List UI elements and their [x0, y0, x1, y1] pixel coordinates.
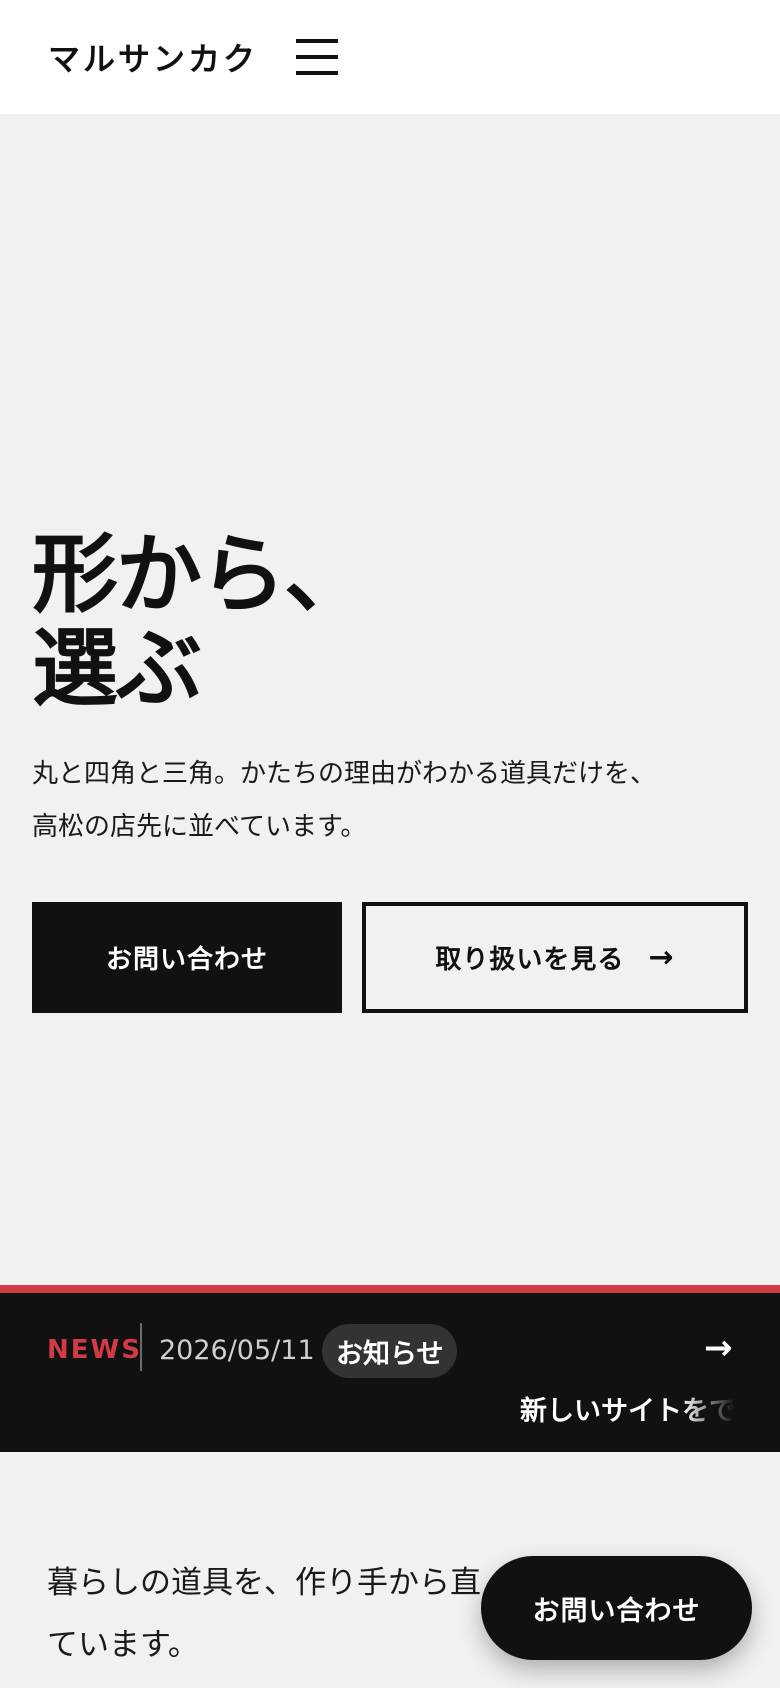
hamburger-menu-icon[interactable]: [296, 39, 339, 75]
hero-description-line-1: 丸と四角と三角。かたちの理由がわかる道具だけを、: [32, 759, 657, 789]
site-logo[interactable]: マルサンカク: [48, 34, 258, 80]
hamburger-line: [296, 39, 339, 43]
hero-title: 形から、 選ぶ: [32, 528, 632, 716]
arrow-right-icon[interactable]: →: [704, 1328, 733, 1368]
hero-description-line-2: 高松の店先に並べています。: [32, 812, 367, 842]
news-category-badge: お知らせ: [322, 1324, 458, 1378]
hero-title-line-2: 選ぶ: [32, 619, 202, 719]
hero-title-line-1: 形から、: [32, 525, 370, 625]
hamburger-line: [296, 71, 339, 75]
page: マルサンカク 形から、 選ぶ 丸と四角と三角。かたちの理由がわかる道具だけを、 …: [0, 0, 780, 1688]
news-ticker-text: 新しいサイトをで: [520, 1396, 735, 1427]
arrow-right-icon: →: [648, 940, 675, 975]
floating-contact-button[interactable]: お問い合わせ: [481, 1556, 752, 1660]
contact-button[interactable]: お問い合わせ: [32, 902, 342, 1013]
news-label: NEWS: [47, 1335, 142, 1365]
hero-description: 丸と四角と三角。かたちの理由がわかる道具だけを、 高松の店先に並べています。: [32, 748, 732, 854]
news-ticker[interactable]: 新しいサイトをで: [520, 1381, 735, 1431]
news-divider: [140, 1323, 142, 1371]
view-products-button[interactable]: 取り扱いを見る →: [362, 902, 748, 1013]
site-header: マルサンカク: [0, 0, 780, 114]
view-products-label: 取り扱いを見る: [435, 945, 625, 975]
news-bar[interactable]: NEWS 2026/05/11 お知らせ → 新しいサイトをで: [0, 1285, 780, 1452]
hamburger-line: [296, 55, 339, 59]
news-date: 2026/05/11: [159, 1335, 315, 1366]
